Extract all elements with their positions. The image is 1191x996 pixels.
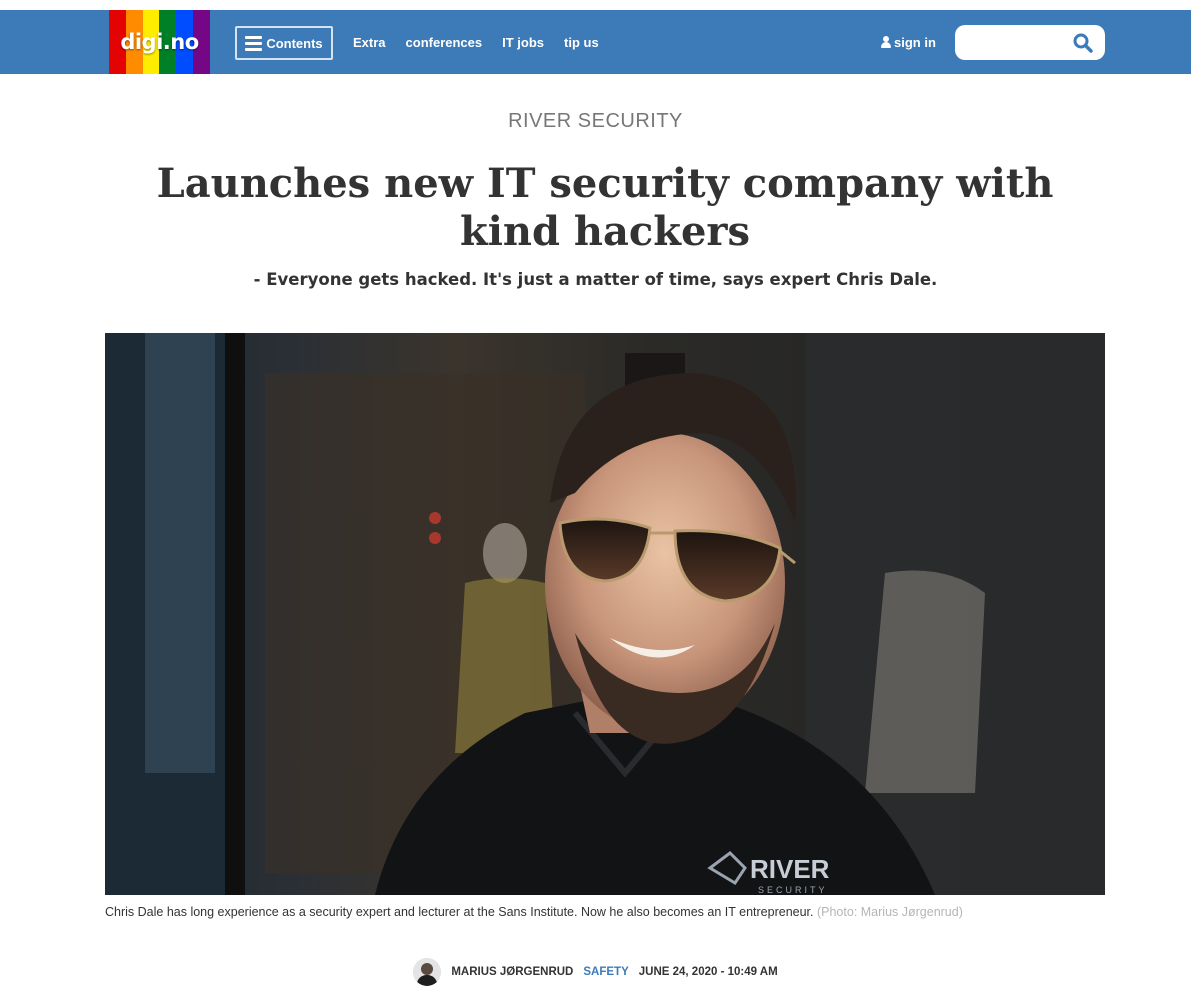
sign-in-link[interactable]: sign in: [880, 10, 936, 74]
search-input[interactable]: [965, 30, 1065, 55]
category-tag[interactable]: SAFETY: [583, 966, 628, 978]
article-byline: MARIUS JØRGENRUD SAFETY JUNE 24, 2020 - …: [0, 957, 1191, 987]
author-name[interactable]: MARIUS JØRGENRUD: [451, 966, 573, 978]
contents-menu-button[interactable]: Contents: [235, 26, 333, 60]
search-icon[interactable]: [1073, 33, 1093, 53]
sign-in-label: sign in: [894, 34, 936, 50]
article-photo: RIVER SECURITY: [105, 333, 1105, 895]
user-icon: [880, 36, 891, 48]
top-navigation-bar: digi.no Contents Extra conferences IT jo…: [0, 10, 1191, 74]
contents-label: Contents: [266, 35, 323, 51]
nav-item-tip-us[interactable]: tip us: [564, 35, 599, 50]
photo-caption: Chris Dale has long experience as a secu…: [105, 905, 1105, 919]
nav-item-extra[interactable]: Extra: [353, 35, 386, 50]
nav-item-it-jobs[interactable]: IT jobs: [502, 35, 544, 50]
logo-text: digi.no: [120, 30, 199, 54]
article-lead: - Everyone gets hacked. It's just a matt…: [253, 270, 938, 289]
site-logo[interactable]: digi.no: [109, 10, 210, 74]
main-nav: Extra conferences IT jobs tip us: [353, 10, 599, 74]
publish-date: JUNE 24, 2020 - 10:49 AM: [638, 966, 778, 978]
caption-text: Chris Dale has long experience as a secu…: [105, 905, 814, 919]
photo-credit: (Photo: Marius Jørgenrud): [816, 905, 963, 919]
article-headline: Launches new IT security company with ki…: [156, 160, 1054, 255]
shirt-logo-subtext: SECURITY: [758, 885, 828, 895]
author-avatar-image: [413, 958, 442, 986]
shirt-logo-text: RIVER: [750, 854, 830, 884]
author-avatar[interactable]: [413, 958, 442, 986]
article-kicker: RIVER SECURITY: [508, 110, 683, 132]
nav-item-conferences[interactable]: conferences: [406, 35, 483, 50]
portrait-illustration: RIVER SECURITY: [105, 333, 1105, 895]
hamburger-icon: [245, 35, 263, 51]
